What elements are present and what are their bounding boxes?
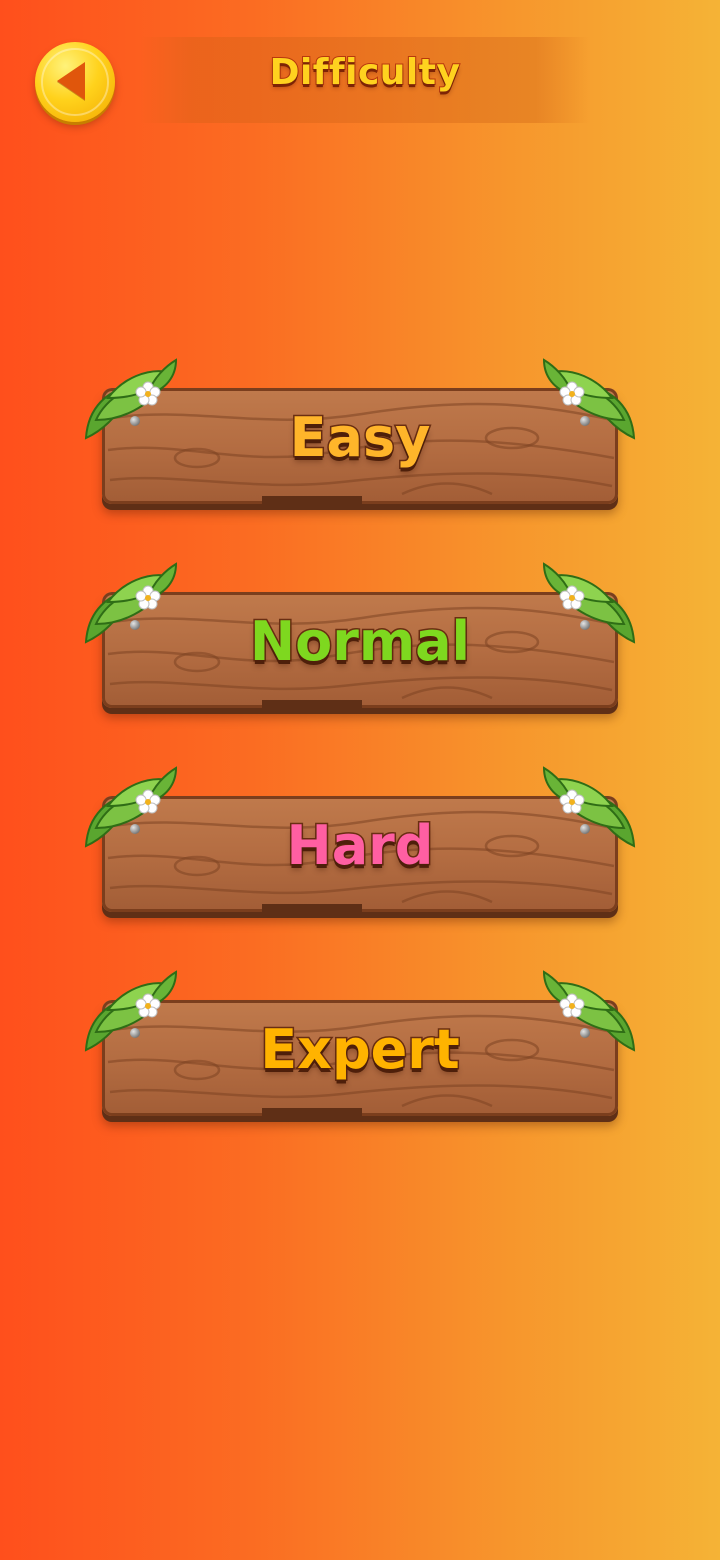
normal-button[interactable]: Normal bbox=[78, 562, 642, 722]
level-label: Hard bbox=[285, 813, 435, 879]
back-button[interactable] bbox=[35, 42, 115, 122]
hard-button[interactable]: Hard bbox=[78, 766, 642, 926]
level-label: Easy bbox=[288, 405, 432, 471]
page-title: Difficulty bbox=[269, 51, 461, 94]
back-arrow-icon bbox=[57, 62, 85, 100]
level-label: Expert bbox=[259, 1017, 461, 1083]
easy-button[interactable]: Easy bbox=[78, 358, 642, 518]
level-label: Normal bbox=[248, 609, 471, 675]
expert-button[interactable]: Expert bbox=[78, 970, 642, 1130]
